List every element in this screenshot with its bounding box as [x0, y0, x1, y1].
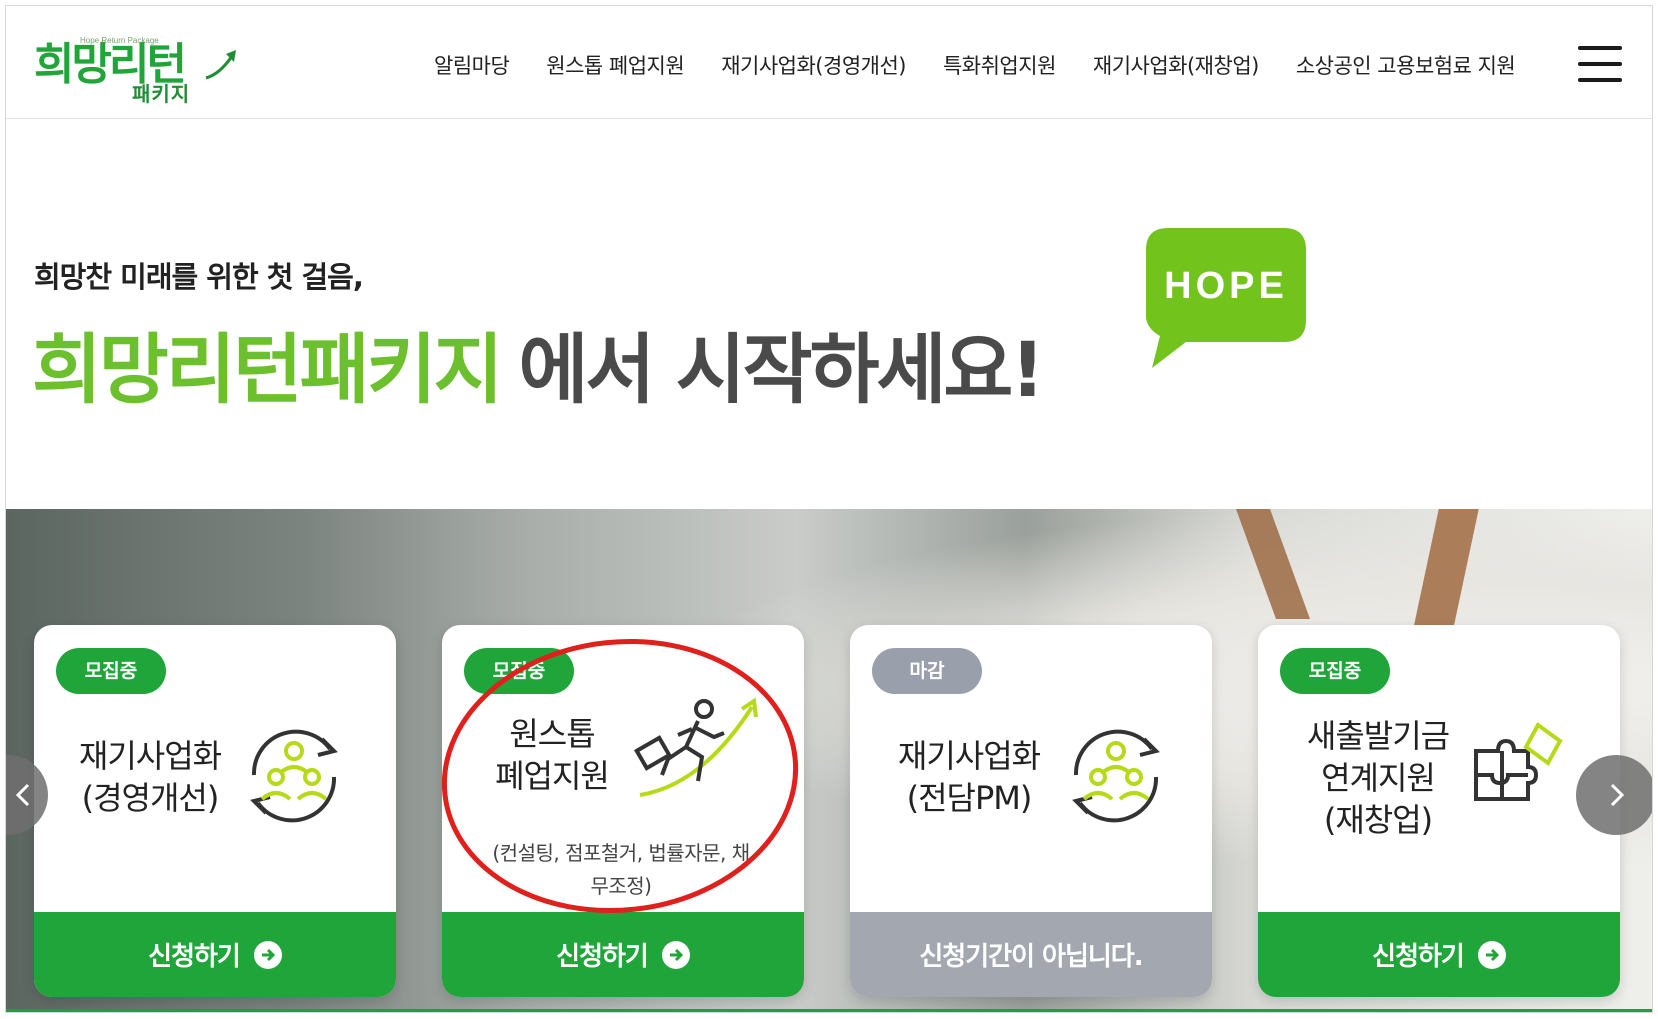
status-badge: 모집중 [1280, 648, 1390, 694]
people-cycle-icon [1072, 729, 1160, 823]
program-card-recovery-management: 모집중 재기사업화 (경영개선) 신청하기 [34, 625, 396, 997]
apply-button-disabled: 신청기간이 아닙니다. [850, 912, 1212, 997]
main-nav: 알림마당 원스톱 폐업지원 재기사업화(경영개선) 특화취업지원 재기사업화(재… [434, 50, 1516, 80]
footer-accent-line [6, 1009, 1652, 1012]
logo-sub-text: 패키지 [132, 82, 191, 106]
card-description: (컨설팅, 점포철거, 법률자문, 채 무조정) [492, 841, 750, 898]
apply-button[interactable]: 신청하기 [1258, 912, 1620, 997]
card-title: 새출발기금 연계지원 (재창업) [1306, 717, 1450, 839]
site-logo[interactable]: 희망리턴 Hope Return Package 패키지 [34, 22, 244, 106]
nav-item-onestop-closure[interactable]: 원스톱 폐업지원 [546, 50, 684, 80]
program-card-fresh-start-fund: 모집중 새출발기금 연계지원 (재창업) 신청하기 [1258, 625, 1620, 997]
browser-frame: 희망리턴 Hope Return Package 패키지 알림마당 원스톱 폐업… [5, 5, 1653, 1013]
card-title: 원스톱 폐업지원 [495, 715, 610, 795]
hope-badge-text: HOPE [1164, 265, 1288, 307]
running-businessman-icon [634, 697, 758, 797]
nav-item-recovery-management[interactable]: 재기사업화(경영개선) [721, 50, 906, 80]
card-title: 재기사업화 (전담PM) [897, 737, 1041, 817]
status-badge: 모집중 [464, 648, 574, 694]
apply-button[interactable]: 신청하기 [34, 912, 396, 997]
nav-item-notice[interactable]: 알림마당 [434, 50, 510, 80]
chevron-left-icon [15, 783, 30, 807]
people-cycle-icon [250, 729, 338, 823]
hero-title: 희망리턴패키지 에서 시작하세요! [32, 308, 1045, 418]
logo-arrow-icon [205, 50, 236, 80]
hero-title-brand: 희망리턴패키지 [32, 325, 503, 414]
apply-button[interactable]: 신청하기 [442, 912, 804, 997]
hamburger-menu-icon[interactable] [1578, 46, 1622, 84]
arrow-right-circle-icon [1477, 940, 1506, 969]
chevron-right-icon [1610, 783, 1625, 807]
status-badge: 마감 [872, 648, 982, 694]
slider-next-button[interactable] [1576, 755, 1652, 835]
logo-tagline: Hope Return Package [80, 36, 159, 45]
site-header: 희망리턴 Hope Return Package 패키지 알림마당 원스톱 폐업… [6, 6, 1652, 119]
nav-item-employment-insurance[interactable]: 소상공인 고용보험료 지원 [1296, 50, 1516, 80]
status-badge: 모집중 [56, 648, 166, 694]
program-card-onestop-closure: 모집중 원스톱 폐업지원 (컨설팅, 점포철거, 법률자문, 채 무조정) 신청… [442, 625, 804, 997]
hero-title-rest: 에서 시작하세요! [518, 325, 1045, 414]
arrow-right-circle-icon [253, 940, 282, 969]
card-title: 재기사업화 (경영개선) [78, 737, 222, 817]
hope-speech-bubble-icon: HOPE [1146, 228, 1306, 368]
nav-item-recovery-restart[interactable]: 재기사업화(재창업) [1093, 50, 1259, 80]
hero-subtitle: 희망찬 미래를 위한 첫 걸음, [34, 260, 364, 294]
program-card-recovery-pm: 마감 재기사업화 (전담PM) 신청기간이 아닙니다. [850, 625, 1212, 997]
puzzle-icon [1474, 722, 1563, 801]
arrow-right-circle-icon [661, 940, 690, 969]
nav-item-special-employment[interactable]: 특화취업지원 [943, 50, 1056, 80]
